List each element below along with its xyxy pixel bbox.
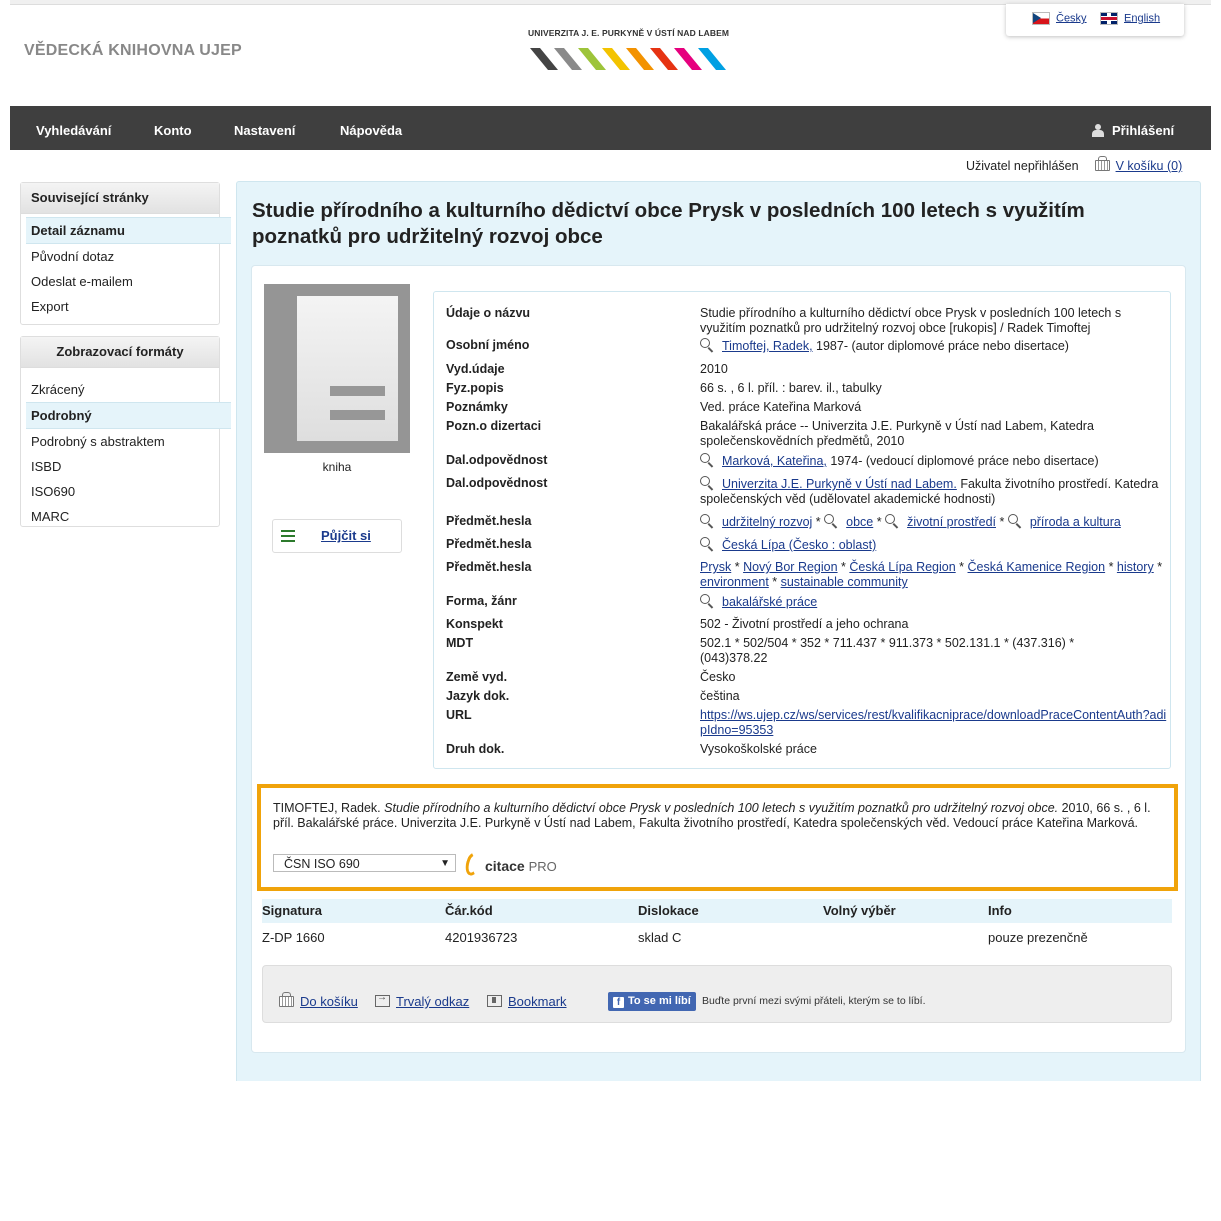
- lang-czech-link[interactable]: Česky: [1056, 12, 1087, 24]
- nav-search[interactable]: Vyhledávání: [36, 106, 111, 150]
- subject-link[interactable]: environment: [700, 575, 769, 589]
- book-cover-icon: [264, 284, 410, 453]
- display-formats-title: Zobrazovací formáty: [21, 337, 219, 368]
- logo-stripe: [602, 48, 630, 70]
- sidebar-item-send-email[interactable]: Odeslat e-mailem: [21, 269, 219, 294]
- logo-stripe: [530, 48, 558, 70]
- format-iso690[interactable]: ISO690: [21, 479, 219, 504]
- list-icon: [281, 530, 295, 543]
- sidebar-item-original-query[interactable]: Původní dotaz: [21, 244, 219, 269]
- university-link[interactable]: Univerzita J.E. Purkyně v Ústí nad Labem…: [722, 477, 957, 491]
- record-details: Údaje o názvu Studie přírodního a kultur…: [433, 291, 1171, 769]
- search-icon[interactable]: [1007, 514, 1018, 524]
- record-title: Studie přírodního a kulturního dědictví …: [252, 199, 1085, 248]
- borrow-label: Půjčit si: [321, 528, 371, 543]
- logo-stripe: [674, 48, 702, 70]
- nav-settings[interactable]: Nastavení: [234, 106, 295, 150]
- subject-link[interactable]: Nový Bor Region: [743, 560, 838, 574]
- search-icon[interactable]: [700, 594, 710, 604]
- uk-flag-icon: [1100, 12, 1118, 25]
- language-switcher: Česky English: [1006, 4, 1184, 36]
- login-label: Přihlášení: [1112, 123, 1175, 138]
- site-title[interactable]: VĚDECKÁ KNIHOVNA UJEP: [24, 42, 242, 60]
- add-to-basket-link[interactable]: Do košíku: [279, 992, 358, 1009]
- basket-link[interactable]: V košíku (0): [1116, 159, 1183, 173]
- format-detailed-abstract[interactable]: Podrobný s abstraktem: [21, 429, 219, 454]
- genre-link[interactable]: bakalářské práce: [722, 595, 817, 609]
- university-logo[interactable]: UNIVERZITA J. E. PURKYNĚ V ÚSTÍ NAD LABE…: [528, 28, 729, 76]
- logo-stripe: [650, 48, 678, 70]
- permalink-icon: [375, 992, 390, 1007]
- supervisor-link[interactable]: Marková, Kateřina,: [722, 454, 827, 468]
- subject-link[interactable]: udržitelný rozvoj: [722, 515, 812, 529]
- table-row: Z-DP 1660 4201936723 sklad C pouze preze…: [262, 930, 1088, 945]
- search-icon[interactable]: [700, 537, 710, 547]
- lang-english-link[interactable]: English: [1124, 12, 1160, 24]
- subject-link[interactable]: sustainable community: [781, 575, 908, 589]
- basket-icon: [1094, 156, 1110, 171]
- format-detailed[interactable]: Podrobný: [26, 402, 231, 429]
- display-formats-box: Zobrazovací formáty Zkrácený Podrobný Po…: [20, 336, 231, 529]
- citation-style-select[interactable]: ČSN ISO 690 ▼: [273, 854, 456, 872]
- format-isbd[interactable]: ISBD: [21, 454, 219, 479]
- subject-link[interactable]: history: [1117, 560, 1154, 574]
- basket-icon: [279, 992, 294, 1007]
- nav-help[interactable]: Nápověda: [340, 106, 402, 150]
- format-short[interactable]: Zkrácený: [21, 377, 219, 402]
- record-panel: kniha Půjčit si Údaje o názvu Studie pří…: [251, 265, 1186, 1053]
- logo-stripe: [578, 48, 606, 70]
- logo-stripes: [530, 48, 726, 70]
- search-icon[interactable]: [885, 514, 896, 524]
- record-main: Studie přírodního a kulturního dědictví …: [236, 181, 1201, 1081]
- search-icon[interactable]: [700, 338, 710, 348]
- dropdown-arrow-icon: ▼: [440, 858, 450, 869]
- subject-link[interactable]: Česká Lípa (Česko : oblast): [722, 538, 876, 552]
- cover-label: kniha: [322, 460, 352, 474]
- search-icon[interactable]: [700, 453, 710, 463]
- search-icon[interactable]: [700, 514, 710, 524]
- bookmark-link[interactable]: Bookmark: [487, 994, 567, 1009]
- url-link[interactable]: https://ws.ujep.cz/ws/services/rest/kval…: [700, 708, 1170, 738]
- bookmark-icon: [487, 995, 502, 1007]
- main-navbar: Vyhledávání Konto Nastavení Nápověda Při…: [10, 106, 1211, 150]
- subject-link[interactable]: příroda a kultura: [1030, 515, 1121, 529]
- czech-flag-icon: [1032, 12, 1050, 25]
- citace-logo-icon: [462, 850, 485, 878]
- search-icon[interactable]: [824, 514, 835, 524]
- subject-link[interactable]: Prysk: [700, 560, 731, 574]
- logo-stripe: [626, 48, 654, 70]
- login-button[interactable]: Přihlášení: [1092, 106, 1174, 150]
- format-marc[interactable]: MARC: [21, 504, 219, 529]
- subject-link[interactable]: Česká Kamenice Region: [968, 560, 1106, 574]
- user-icon: [1092, 124, 1104, 137]
- user-status-bar: Uživatel nepřihlášen V košíku (0): [966, 156, 1183, 173]
- subject-link[interactable]: Česká Lípa Region: [849, 560, 955, 574]
- sidebar-item-export[interactable]: Export: [21, 294, 219, 319]
- logo-stripe: [698, 48, 726, 70]
- subject-link[interactable]: obce: [846, 515, 873, 529]
- holdings-header: Signatura Čár.kód Dislokace Volný výběr …: [262, 899, 1172, 923]
- citation-text: TIMOFTEJ, Radek. Studie přírodního a kul…: [273, 801, 1151, 830]
- author-link[interactable]: Timoftej, Radek,: [722, 339, 813, 353]
- logo-stripe: [554, 48, 582, 70]
- citation-box: TIMOFTEJ, Radek. Studie přírodního a kul…: [257, 784, 1178, 891]
- sidebar-item-detail[interactable]: Detail záznamu: [26, 217, 231, 244]
- permalink-link[interactable]: Trvalý odkaz: [375, 992, 469, 1009]
- citace-pro-logo[interactable]: citace PRO: [462, 850, 557, 878]
- facebook-like-button[interactable]: f To se mi líbí: [608, 992, 696, 1011]
- facebook-icon: f: [613, 997, 624, 1008]
- facebook-like-text: Buďte první mezi svými přáteli, kterým s…: [702, 995, 926, 1007]
- search-icon[interactable]: [700, 476, 710, 486]
- related-pages-box: Související stránky Detail záznamu Původ…: [20, 182, 231, 325]
- nav-account[interactable]: Konto: [154, 106, 192, 150]
- record-actions: Do košíku Trvalý odkaz Bookmark fTo se m…: [262, 965, 1172, 1023]
- borrow-button[interactable]: Půjčit si: [272, 519, 402, 553]
- subject-link[interactable]: životní prostředí: [907, 515, 996, 529]
- page: VĚDECKÁ KNIHOVNA UJEP UNIVERZITA J. E. P…: [10, 0, 1211, 1081]
- user-status: Uživatel nepřihlášen: [966, 159, 1079, 173]
- related-pages-title: Související stránky: [21, 183, 219, 214]
